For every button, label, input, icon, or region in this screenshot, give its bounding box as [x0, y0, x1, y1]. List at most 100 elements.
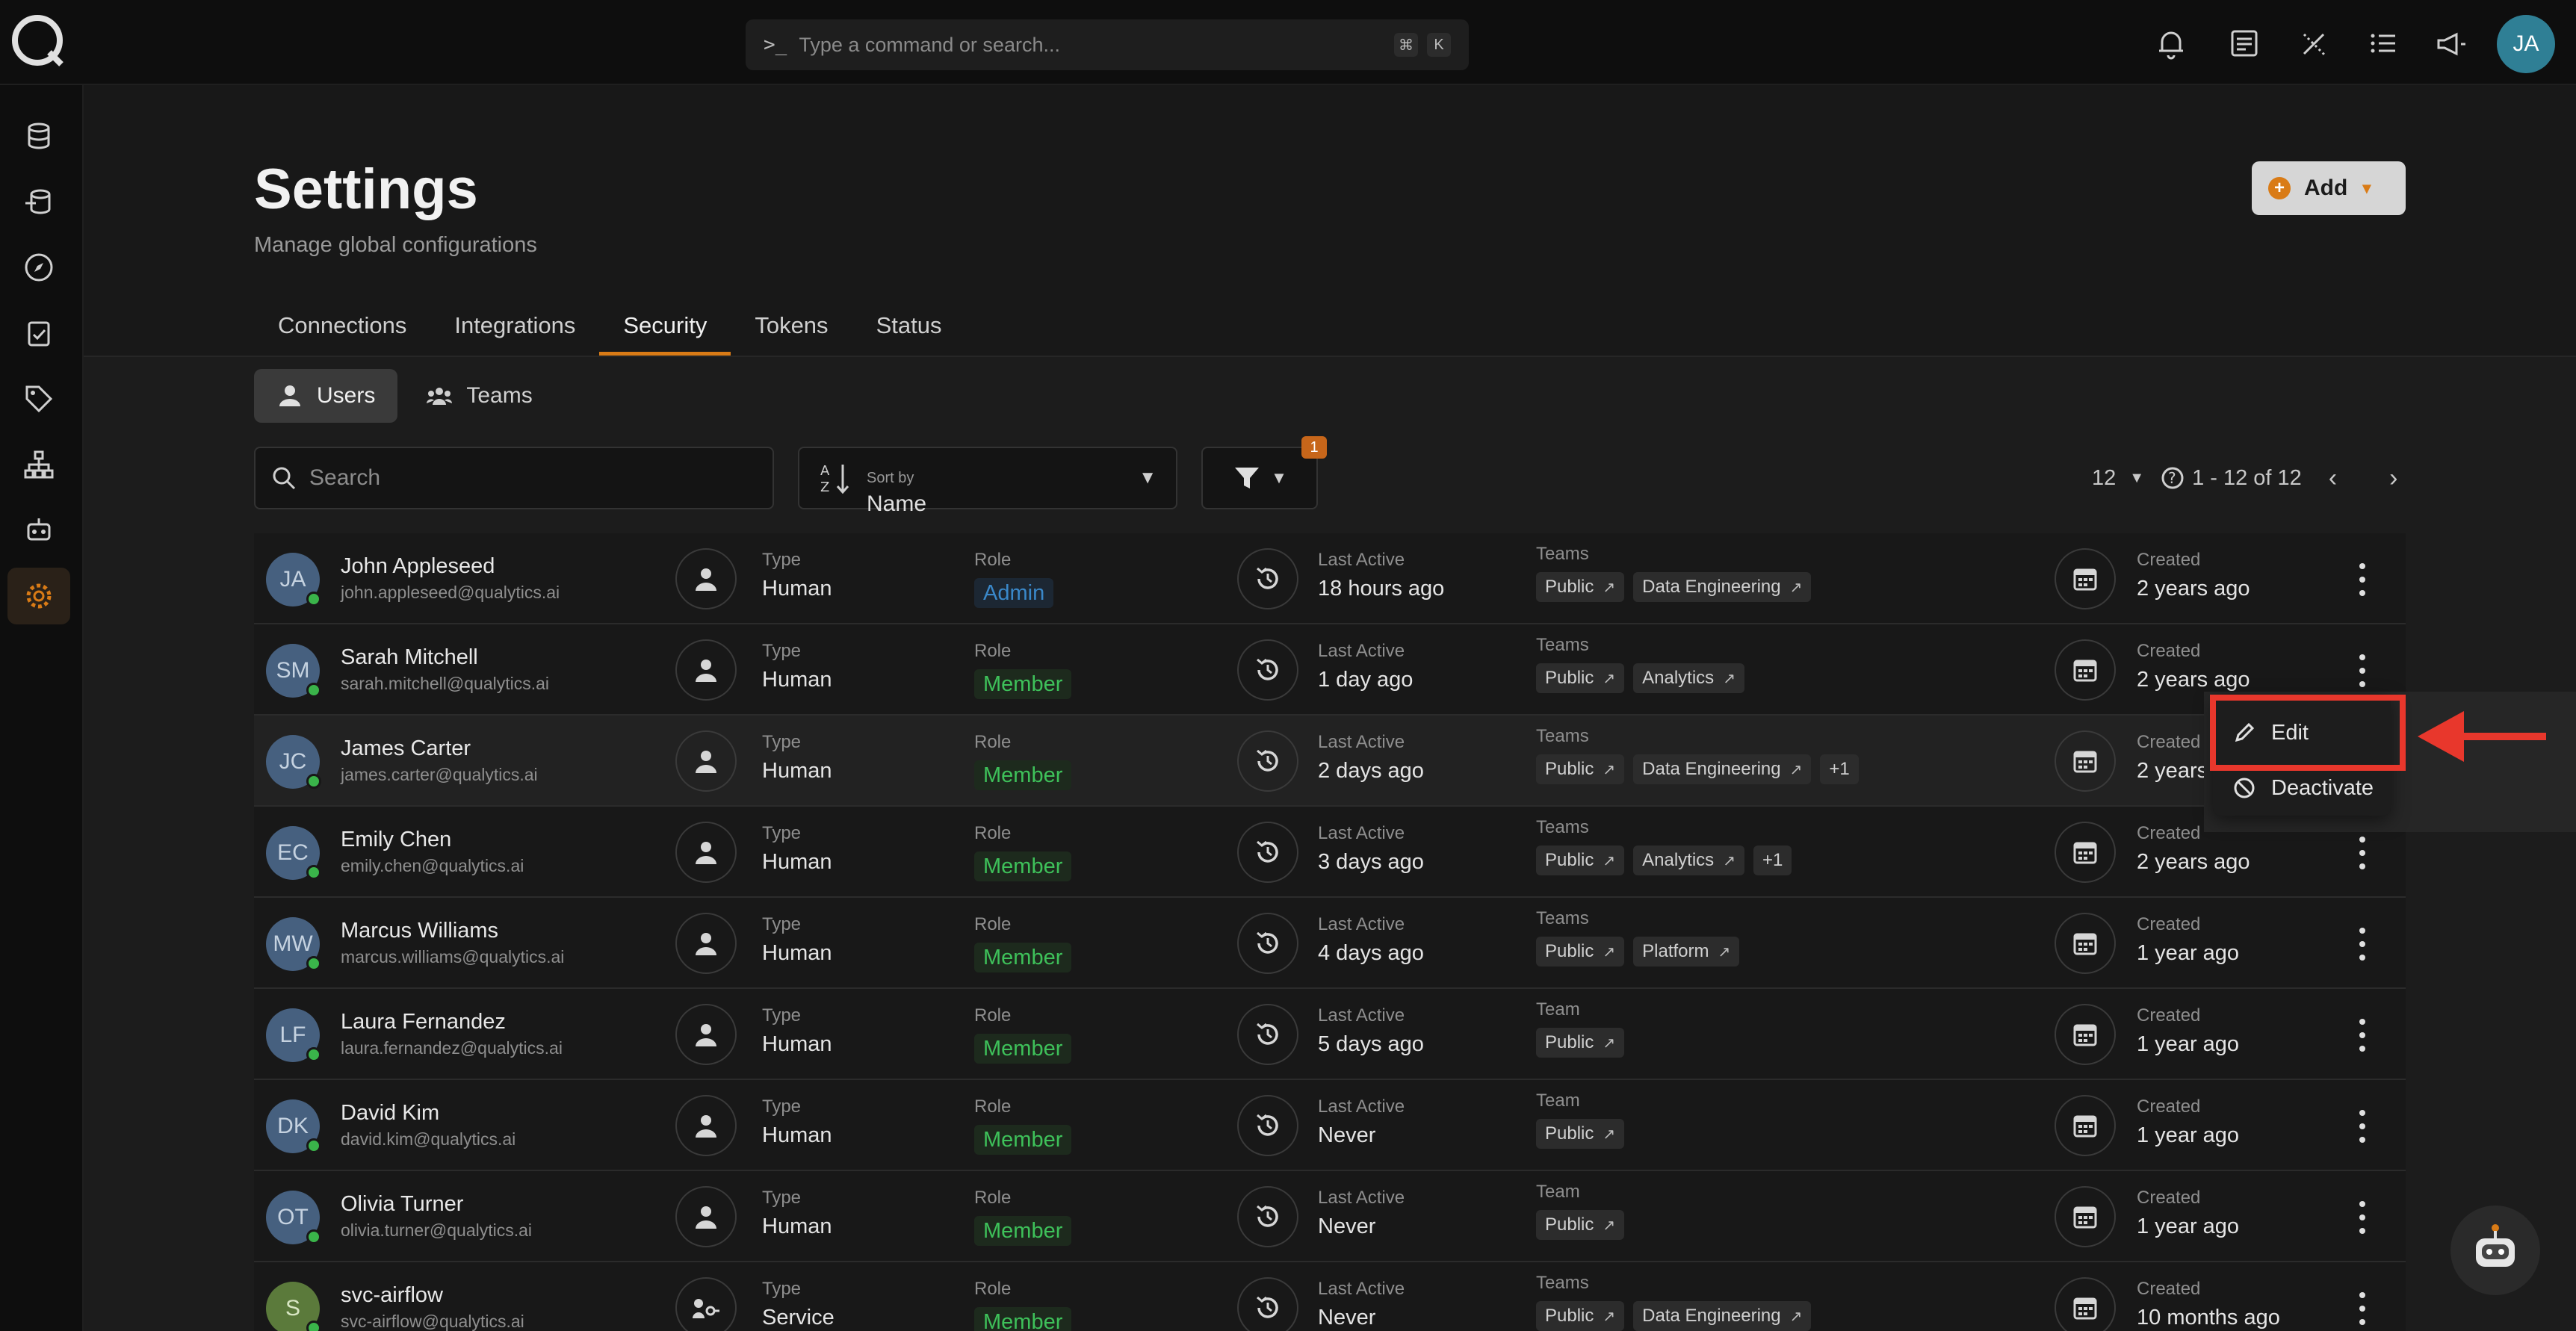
online-status-dot: [306, 592, 321, 606]
hierarchy-icon: [24, 450, 54, 479]
table-row[interactable]: JC James Carter james.carter@qualytics.ai T…: [254, 716, 2406, 807]
user-name[interactable]: Olivia Turner: [341, 1192, 463, 1217]
user-name[interactable]: Emily Chen: [341, 828, 451, 852]
user-email: david.kim@qualytics.ai: [341, 1129, 516, 1149]
table-row[interactable]: JA John Appleseed john.appleseed@qualytics…: [254, 533, 2406, 624]
row-actions-menu-icon[interactable]: [2349, 928, 2376, 961]
notes-icon[interactable]: [2226, 25, 2262, 61]
row-actions-menu-icon[interactable]: [2349, 1019, 2376, 1052]
command-search[interactable]: >_ Type a command or search... ⌘ K: [746, 19, 1469, 70]
sidebar-item-settings[interactable]: [7, 568, 70, 624]
caret-down-icon[interactable]: ▼: [2129, 470, 2144, 487]
table-row[interactable]: MW Marcus Williams marcus.williams@qualyti…: [254, 898, 2406, 989]
sidebar-item-datastores[interactable]: [7, 108, 70, 164]
tab-security[interactable]: Security: [599, 296, 731, 356]
team-tag[interactable]: Platform ↗: [1633, 937, 1740, 967]
user-name[interactable]: James Carter: [341, 736, 471, 761]
assistant-bot-button[interactable]: [2450, 1206, 2540, 1295]
user-name[interactable]: Laura Fernandez: [341, 1010, 506, 1034]
row-actions-menu-icon[interactable]: [2349, 837, 2376, 869]
sort-select[interactable]: AZ Sort by Name ▼: [798, 447, 1177, 516]
prev-page-icon[interactable]: ‹: [2329, 464, 2337, 493]
tag-icon: [25, 385, 53, 413]
table-row[interactable]: LF Laura Fernandez laura.fernandez@qualyti…: [254, 989, 2406, 1080]
table-row[interactable]: Ssvc-airflow svc-airflow@qualytics.ai Type…: [254, 1262, 2406, 1331]
type-label: Type: [762, 914, 802, 934]
tab-status[interactable]: Status: [852, 296, 966, 356]
type-value: Human: [762, 1214, 832, 1238]
team-tag[interactable]: Public ↗: [1536, 846, 1625, 875]
online-status-dot: [306, 1047, 321, 1062]
megaphone-icon[interactable]: [2433, 25, 2468, 61]
bell-icon[interactable]: [2153, 25, 2189, 61]
user-name[interactable]: Sarah Mitchell: [341, 645, 478, 670]
row-actions-menu-icon[interactable]: [2349, 1292, 2376, 1325]
external-link-icon: ↗: [1603, 761, 1616, 778]
row-actions-menu-icon[interactable]: [2349, 1110, 2376, 1143]
user-name[interactable]: David Kim: [341, 1101, 439, 1126]
team-tag[interactable]: Analytics ↗: [1633, 663, 1744, 693]
created-value: 2 years ago: [2137, 577, 2250, 601]
team-tag[interactable]: Public ↗: [1536, 1119, 1625, 1149]
user-name[interactable]: John Appleseed: [341, 554, 495, 579]
team-tag-label: Public: [1545, 941, 1594, 961]
top-bar: >_ Type a command or search... ⌘ K JA: [0, 0, 2576, 85]
row-actions-menu-icon[interactable]: [2349, 563, 2376, 596]
tab-integrations[interactable]: Integrations: [430, 296, 599, 356]
created-value: 10 months ago: [2137, 1306, 2280, 1330]
more-teams-badge[interactable]: +1: [1753, 846, 1792, 875]
team-tag[interactable]: Data Engineering ↗: [1633, 1301, 1812, 1331]
list-icon[interactable]: [2365, 25, 2401, 61]
online-status-dot: [306, 865, 321, 880]
table-row[interactable]: SM Sarah Mitchell sarah.mitchell@qualytics…: [254, 624, 2406, 716]
sidebar-item-flows[interactable]: [7, 436, 70, 493]
qualytics-logo[interactable]: [7, 10, 69, 72]
tab-tokens[interactable]: Tokens: [731, 296, 852, 356]
help-icon[interactable]: ?: [2161, 466, 2185, 490]
sidebar-item-enrichment[interactable]: [7, 173, 70, 230]
page-size-value[interactable]: 12: [2092, 466, 2116, 491]
more-teams-badge[interactable]: +1: [1820, 754, 1859, 784]
external-link-icon: ↗: [1603, 1217, 1616, 1234]
row-actions-menu-icon[interactable]: [2349, 1201, 2376, 1234]
sidebar-item-checks[interactable]: [7, 305, 70, 362]
teams-label: Teams: [1536, 544, 1589, 564]
sidebar-item-agents[interactable]: [7, 502, 70, 559]
calendar-icon: [2055, 913, 2116, 974]
user-name[interactable]: svc-airflow: [341, 1283, 443, 1308]
type-value: Service: [762, 1306, 835, 1330]
search-icon: [273, 467, 296, 490]
subtab-users[interactable]: Users: [254, 369, 398, 423]
team-tag[interactable]: Data Engineering ↗: [1633, 754, 1812, 784]
search-input[interactable]: Search: [254, 447, 774, 509]
team-tags: Public ↗ Data Engineering ↗: [1536, 572, 1820, 602]
table-row[interactable]: EC Emily Chen emily.chen@qualytics.ai Type H…: [254, 807, 2406, 898]
add-button[interactable]: + Add ▾: [2252, 161, 2406, 215]
next-page-icon[interactable]: ›: [2389, 464, 2397, 493]
user-name[interactable]: Marcus Williams: [341, 919, 498, 943]
team-tag[interactable]: Public ↗: [1536, 1028, 1625, 1058]
team-tag[interactable]: Public ↗: [1536, 1301, 1625, 1331]
avatar: JA: [266, 553, 321, 606]
team-tag[interactable]: Data Engineering ↗: [1633, 572, 1812, 602]
team-tag[interactable]: Public ↗: [1536, 754, 1625, 784]
calendar-icon: [2055, 822, 2116, 883]
row-actions-menu-icon[interactable]: [2349, 654, 2376, 687]
sidebar-item-tags[interactable]: [7, 370, 70, 427]
magic-wand-icon[interactable]: [2297, 25, 2332, 61]
table-row[interactable]: DK David Kim david.kim@qualytics.ai Type Hum…: [254, 1080, 2406, 1171]
user-avatar[interactable]: JA: [2497, 15, 2555, 73]
role-badge: Member: [974, 1034, 1072, 1064]
team-tag[interactable]: Public ↗: [1536, 1210, 1625, 1240]
team-tag[interactable]: Public ↗: [1536, 937, 1625, 967]
team-tag[interactable]: Public ↗: [1536, 663, 1625, 693]
teams-label: Team: [1536, 1182, 1580, 1202]
team-tag[interactable]: Analytics ↗: [1633, 846, 1744, 875]
tab-connections[interactable]: Connections: [254, 296, 430, 356]
sidebar-item-explore[interactable]: [7, 239, 70, 296]
team-tag[interactable]: Public ↗: [1536, 572, 1625, 602]
filter-button[interactable]: ▼: [1201, 447, 1318, 509]
teams-label: Teams: [1536, 635, 1589, 655]
subtab-teams[interactable]: Teams: [403, 369, 554, 423]
table-row[interactable]: OT Olivia Turner olivia.turner@qualytics.a…: [254, 1171, 2406, 1262]
